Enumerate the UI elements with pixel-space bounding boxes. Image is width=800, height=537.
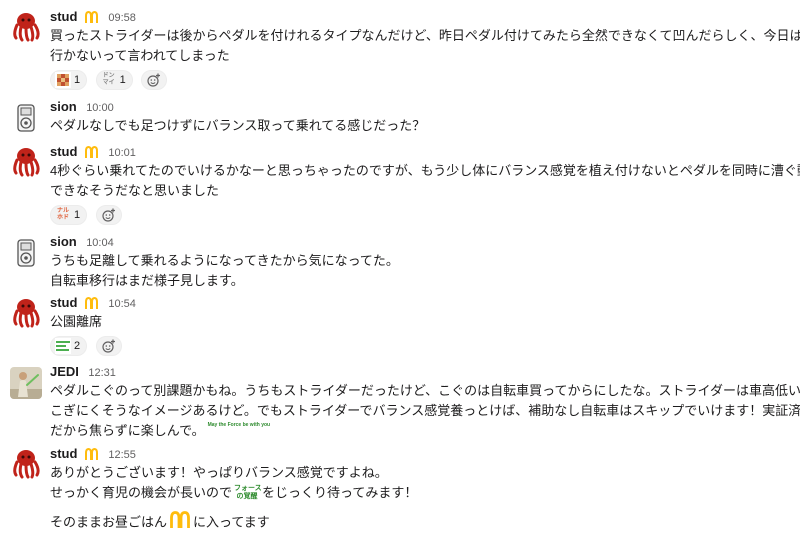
message-text: 買ったストライダーは後からペダルを付けれるタイプなんだけど、昨日ペダル付けてみた…: [50, 28, 800, 63]
avatar-octopus[interactable]: [10, 10, 42, 42]
author-name[interactable]: stud: [50, 144, 77, 159]
message-text: ペダルなしでも足つけずにバランス取って乗れてる感じだった？: [50, 118, 426, 133]
timestamp[interactable]: 10:54: [108, 298, 136, 310]
author-name[interactable]: sion: [50, 99, 77, 114]
avatar-octopus[interactable]: [10, 296, 42, 328]
avatar-octopus[interactable]: [10, 447, 42, 479]
author-name[interactable]: stud: [50, 446, 77, 461]
avatar-ipod[interactable]: [10, 237, 42, 269]
donmai-emoji-icon: ドン マイ: [102, 72, 115, 86]
add-reaction-button[interactable]: [141, 70, 168, 90]
message-feed: stud 09:58 買ったストライダーは後からペダルを付けれるタイプなんだけど…: [0, 0, 800, 537]
reaction-pill[interactable]: ナル ホド 1: [50, 205, 88, 225]
message-text: ありがとうございます！やっぱりバランス感覚ですよね。 せっかく育児の機会が長いの…: [50, 463, 788, 535]
avatar-jedi[interactable]: [10, 367, 42, 399]
naruhodo-emoji-icon: ナル ホド: [56, 207, 69, 221]
message-text: うちも足離して乗れるようになってきたから気になってた。 自転車移行はまだ様子見し…: [50, 253, 399, 288]
message-text: 4秒ぐらい乗れてたのでいけるかなーと思っちゃったのですが、もう少し体にバランス感…: [50, 163, 800, 198]
timestamp[interactable]: 10:01: [108, 147, 136, 159]
timestamp[interactable]: 09:58: [108, 12, 136, 24]
reactions: 2: [50, 336, 788, 358]
avatar-octopus[interactable]: [10, 145, 42, 177]
timestamp[interactable]: 12:55: [108, 449, 136, 461]
avatar-ipod[interactable]: [10, 102, 42, 134]
mcdonalds-emoji-icon: [170, 511, 190, 535]
author-name[interactable]: JEDI: [50, 364, 79, 379]
reaction-pill[interactable]: 2: [50, 336, 88, 356]
reaction-pill[interactable]: ドン マイ 1: [95, 70, 133, 90]
reactions: 1 ドン マイ 1: [50, 70, 788, 92]
author-name[interactable]: stud: [50, 9, 77, 24]
timestamp[interactable]: 10:00: [86, 102, 114, 114]
green-text-emoji-icon: [55, 338, 71, 354]
mosaic-emoji-icon: [55, 72, 71, 88]
message-text: 公園離席: [50, 314, 103, 329]
add-reaction-button[interactable]: [95, 205, 122, 225]
add-reaction-button[interactable]: [95, 336, 122, 356]
message-text: ペダルこぐのって別課題かもね。うちもストライダーだったけど、こぐのは自転車買って…: [50, 381, 800, 442]
author-name[interactable]: sion: [50, 234, 77, 249]
reaction-pill[interactable]: 1: [50, 70, 88, 90]
reactions: ナル ホド 1: [50, 205, 788, 227]
timestamp[interactable]: 12:31: [88, 367, 116, 379]
force-awakens-emoji-icon: フォース の覚醒: [234, 484, 262, 500]
author-name[interactable]: stud: [50, 295, 77, 310]
timestamp[interactable]: 10:04: [86, 237, 114, 249]
may-the-force-emoji-icon: May the Force be with you: [207, 421, 271, 428]
